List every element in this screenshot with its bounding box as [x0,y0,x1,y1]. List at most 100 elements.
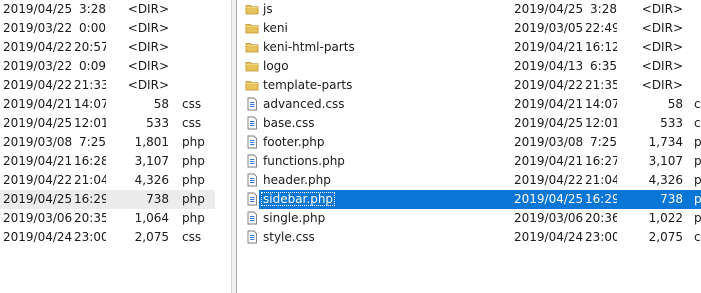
date-cell: 2019/03/22 [3,59,73,73]
right-list-row[interactable]: single.php 2019/03/06 20:36 1,022 p [241,209,701,228]
right-list-row[interactable]: js 2019/04/25 3:28 <DIR> [241,0,701,19]
size-cell: 58 [667,97,683,111]
left-list-row[interactable]: 2019/04/24 23:00 2,075 css [0,228,215,247]
date-cell: 2019/04/22 [3,78,73,92]
right-list-row[interactable]: keni-html-parts 2019/04/21 16:12 <DIR> [241,38,701,57]
time-cell: 23:00 [585,230,617,244]
ext-cell [694,19,701,38]
file-icon [245,135,259,149]
right-list-row[interactable]: sidebar.php 2019/04/25 16:29 738 p [247,190,701,209]
file-icon [245,116,259,130]
date-cell: 2019/04/21 [514,40,584,54]
ext-cell: php [182,173,205,187]
size-cell: 1,064 [134,211,169,225]
left-list-row[interactable]: 2019/04/22 20:57 <DIR> [0,38,215,57]
file-name: template-parts [261,76,511,95]
time-cell: 21:04 [74,173,106,187]
time-cell: 21:35 [585,78,617,92]
size-cell: <DIR> [127,21,169,35]
time-cell: 0:09 [79,59,106,73]
date-cell: 2019/04/25 [514,192,584,206]
file-name: advanced.css [261,95,511,114]
date-cell: 2019/03/08 [3,135,73,149]
time-cell: 7:25 [79,135,106,149]
right-list-row[interactable]: style.css 2019/04/24 23:00 2,075 c [241,228,701,247]
right-file-list[interactable]: js 2019/04/25 3:28 <DIR> keni 2019/03/05 22:49… [241,0,701,293]
file-name-text: functions.php [263,154,345,168]
size-cell: 2,075 [648,230,683,244]
ext-cell: p [694,154,701,168]
left-list-row[interactable]: 2019/03/08 7:25 1,801 php [0,133,215,152]
file-icon [245,154,259,168]
size-cell: 1,734 [648,135,683,149]
ext-cell [694,57,701,76]
ext-cell: php [182,135,205,149]
ext-cell: php [182,192,205,206]
left-list-row[interactable]: 2019/04/21 16:28 3,107 php [0,152,215,171]
right-list-row[interactable]: functions.php 2019/04/21 16:27 3,107 p [241,152,701,171]
date-cell: 2019/04/25 [514,2,584,16]
size-cell: 1,801 [134,135,169,149]
size-cell: 2,075 [134,230,169,244]
right-list-row[interactable]: logo 2019/04/13 6:35 <DIR> [241,57,701,76]
file-name: base.css [261,114,511,133]
file-name: sidebar.php [261,190,511,209]
ext-cell: p [694,173,701,187]
date-cell: 2019/04/21 [3,154,73,168]
file-name-text: footer.php [263,135,325,149]
file-icon [245,173,259,187]
file-name-text: js [263,2,273,16]
right-list-row[interactable]: advanced.css 2019/04/21 14:07 58 c [241,95,701,114]
time-cell: 14:07 [585,97,617,111]
folder-icon [245,21,259,35]
size-cell: 738 [660,192,683,206]
time-cell: 12:01 [585,116,617,130]
ext-cell [182,76,212,95]
date-cell: 2019/04/24 [3,230,73,244]
date-cell: 2019/04/22 [3,40,73,54]
file-name-text: template-parts [263,78,353,92]
file-icon [245,230,259,244]
size-cell: 3,107 [134,154,169,168]
date-cell: 2019/04/22 [514,173,584,187]
left-list-row[interactable]: 2019/04/25 16:29 738 php [0,190,215,209]
file-name: js [261,0,511,19]
folder-icon [245,59,259,73]
file-name-text: advanced.css [263,97,345,111]
right-list-row[interactable]: footer.php 2019/03/08 7:25 1,734 p [241,133,701,152]
folder-icon [245,78,259,92]
time-cell: 16:12 [585,40,617,54]
left-list-row[interactable]: 2019/04/22 21:04 4,326 php [0,171,215,190]
right-list-row[interactable]: header.php 2019/04/22 21:04 4,326 p [241,171,701,190]
file-name: logo [261,57,511,76]
ext-cell [182,57,212,76]
left-list-row[interactable]: 2019/04/21 14:07 58 css [0,95,215,114]
date-cell: 2019/03/05 [514,21,584,35]
right-list-row[interactable]: base.css 2019/04/25 12:01 533 c [241,114,701,133]
file-name-text: keni [263,21,288,35]
left-file-list[interactable]: 2019/04/25 3:28 <DIR> 2019/03/22 0:00 <DIR> 20… [0,0,215,293]
size-cell: 738 [146,192,169,206]
left-list-row[interactable]: 2019/03/22 0:00 <DIR> [0,19,215,38]
ext-cell [694,38,701,57]
left-list-row[interactable]: 2019/03/06 20:35 1,064 php [0,209,215,228]
ext-cell: c [694,97,701,111]
date-cell: 2019/04/22 [514,78,584,92]
left-list-row[interactable]: 2019/04/25 12:01 533 css [0,114,215,133]
right-list-row[interactable]: keni 2019/03/05 22:49 <DIR> [241,19,701,38]
file-name: keni [261,19,511,38]
size-cell: 533 [146,116,169,130]
size-cell: <DIR> [641,2,683,16]
size-cell: 4,326 [134,173,169,187]
left-list-row[interactable]: 2019/03/22 0:09 <DIR> [0,57,215,76]
left-list-row[interactable]: 2019/04/22 21:33 <DIR> [0,76,215,95]
right-list-row[interactable]: template-parts 2019/04/22 21:35 <DIR> [241,76,701,95]
size-cell: <DIR> [641,59,683,73]
file-icon [245,192,259,206]
time-cell: 16:29 [74,192,106,206]
file-name-text: single.php [263,211,326,225]
folder-icon [245,2,259,16]
left-list-row[interactable]: 2019/04/25 3:28 <DIR> [0,0,215,19]
pane-splitter[interactable] [231,0,237,293]
size-cell: <DIR> [127,59,169,73]
